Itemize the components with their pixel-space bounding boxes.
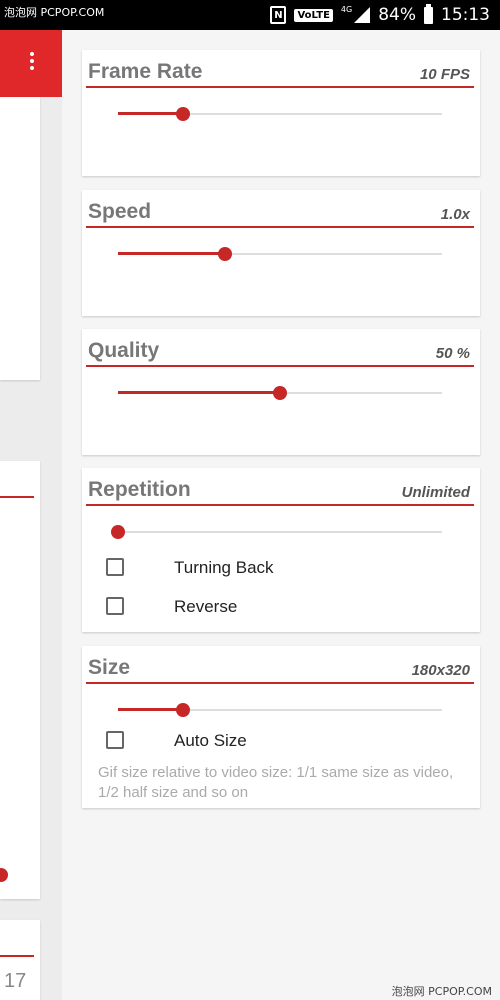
slider-thumb[interactable] [273,386,287,400]
slider-fill [118,391,280,394]
quality-title: Quality [88,339,160,362]
settings-drawer: Frame Rate 10 FPS Speed 1.0x Quality 50 … [62,30,500,1000]
background-card-underline [0,955,34,957]
frame-rate-card: Frame Rate 10 FPS [82,50,480,176]
speed-card: Speed 1.0x [82,190,480,316]
frame-rate-title: Frame Rate [88,60,203,83]
frame-rate-value: 10 FPS [419,66,470,83]
quality-card: Quality 50 % [82,329,480,455]
status-bar: 泡泡网 PCPOP.COM N VoLTE 4G 84% 15:13 [0,0,500,30]
turning-back-label: Turning Back [174,558,274,577]
overflow-menu-icon[interactable] [30,52,36,73]
signal-icon [354,7,371,23]
size-card: Size 180x320 Auto Size Gif size relative… [82,646,480,808]
slider-thumb[interactable] [175,703,190,717]
slider-track [118,531,442,533]
size-hint: Gif size relative to video size: 1/1 sam… [98,764,454,801]
size-value: 180x320 [411,662,470,679]
status-icons: N VoLTE 4G 84% 15:13 [270,0,490,30]
slider-fill [118,252,225,255]
auto-size-label: Auto Size [174,731,247,750]
reverse-checkbox[interactable] [106,597,124,615]
size-underline [86,682,474,684]
slider-thumb[interactable] [111,525,125,539]
speed-title: Speed [88,200,152,223]
slider-fill [118,708,183,711]
battery-icon [424,3,433,24]
background-page-number: 17 [4,970,27,992]
size-title: Size [88,656,131,679]
frame-rate-slider[interactable] [118,106,442,122]
watermark-text: 泡泡网 PCPOP.COM [4,6,105,19]
quality-underline [86,365,474,367]
speed-value: 1.0x [440,206,470,223]
background-card-underline [0,496,34,498]
repetition-value: Unlimited [401,484,470,501]
network-type: 4G [340,4,353,14]
slider-thumb[interactable] [217,247,232,261]
watermark-bottom: 泡泡网 PCPOP.COM [391,985,492,998]
repetition-card: Repetition Unlimited Turning Back Revers… [82,468,480,632]
reverse-label: Reverse [174,597,238,616]
repetition-title: Repetition [88,478,191,501]
turning-back-checkbox[interactable] [106,558,124,576]
speed-slider[interactable] [118,246,442,262]
nfc-icon: N [270,6,287,24]
speed-underline [86,226,474,228]
volte-icon: VoLTE [294,8,333,22]
quality-slider[interactable] [118,385,442,401]
background-card [0,97,40,380]
clock: 15:13 [441,5,490,25]
battery-percent: 84% [378,5,416,25]
slider-thumb[interactable] [175,107,190,121]
background-slider-thumb [0,868,8,882]
auto-size-checkbox[interactable] [106,731,124,749]
slider-fill [118,112,183,115]
repetition-underline [86,504,474,506]
repetition-slider[interactable] [111,524,442,540]
frame-rate-underline [86,86,474,88]
background-card [0,461,40,899]
quality-value: 50 % [435,345,470,362]
size-slider[interactable] [118,702,442,718]
